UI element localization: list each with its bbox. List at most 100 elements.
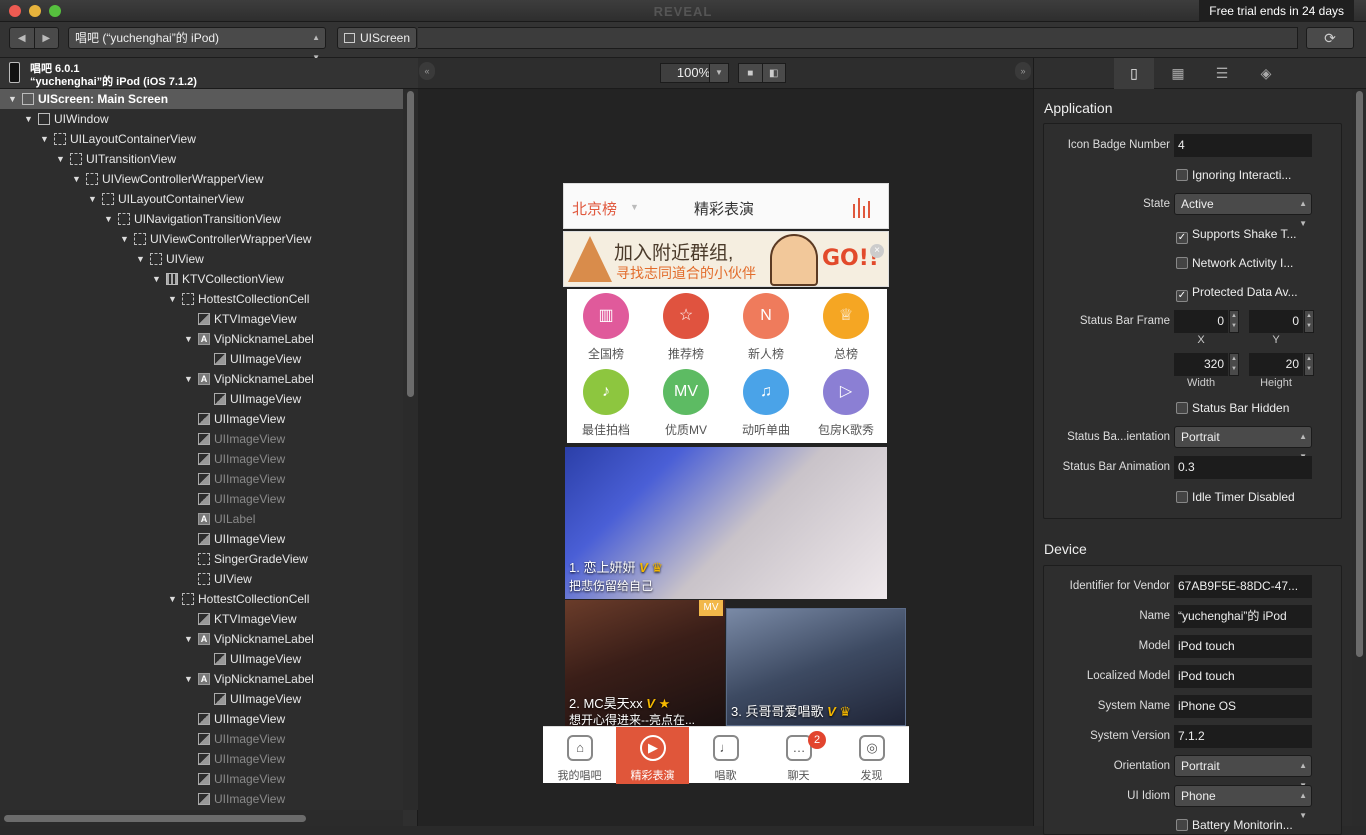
- tree-row[interactable]: ▼ A VipNicknameLabel: [0, 629, 403, 649]
- disclosure-triangle-icon[interactable]: ▼: [184, 629, 194, 649]
- disclosure-triangle-icon[interactable]: ▼: [56, 149, 66, 169]
- tab-item[interactable]: ♩ 唱歌: [689, 727, 762, 784]
- status-bar-animation-field[interactable]: 0.3: [1174, 456, 1312, 479]
- promo-banner[interactable]: 加入附近群组, 寻找志同道合的小伙伴 GO!! ×: [563, 231, 889, 287]
- tree-row[interactable]: KTVImageView: [0, 609, 403, 629]
- view-2d-button[interactable]: ■: [739, 64, 763, 82]
- tab-identity[interactable]: ▯: [1114, 58, 1154, 89]
- disclosure-triangle-icon[interactable]: ▼: [152, 269, 162, 289]
- frame-height-field[interactable]: 20: [1249, 353, 1303, 376]
- disclosure-triangle-icon[interactable]: ▼: [72, 169, 82, 189]
- tree-row[interactable]: UIImageView: [0, 729, 403, 749]
- category-item[interactable]: N 新人榜: [731, 293, 801, 363]
- tree-row[interactable]: ▼ KTVCollectionView: [0, 269, 403, 289]
- view-3d-button[interactable]: ◧: [763, 64, 786, 82]
- ignoring-interaction-checkbox[interactable]: Ignoring Interacti...: [1176, 168, 1291, 182]
- tree-row[interactable]: UIImageView: [0, 649, 403, 669]
- tree-row[interactable]: ▼ A VipNicknameLabel: [0, 369, 403, 389]
- collapse-right-button[interactable]: »: [1015, 62, 1031, 80]
- tab-layers[interactable]: ◈: [1246, 58, 1286, 89]
- disclosure-triangle-icon[interactable]: ▼: [168, 289, 178, 309]
- category-item[interactable]: ▥ 全国榜: [571, 293, 641, 363]
- trial-banner[interactable]: Free trial ends in 24 days: [1199, 0, 1354, 22]
- tree-row[interactable]: UIImageView: [0, 489, 403, 509]
- tree-row[interactable]: ▼ UITransitionView: [0, 149, 403, 169]
- tree-row[interactable]: ▼ UILayoutContainerView: [0, 189, 403, 209]
- system-version-field[interactable]: 7.1.2: [1174, 725, 1312, 748]
- disclosure-triangle-icon[interactable]: ▼: [120, 229, 130, 249]
- tree-row[interactable]: ▼ HottestCollectionCell: [0, 289, 403, 309]
- disclosure-triangle-icon[interactable]: ▼: [24, 109, 34, 129]
- frame-y-field[interactable]: 0: [1249, 310, 1303, 333]
- frame-height-stepper[interactable]: ▲ ▼: [1304, 353, 1314, 376]
- tree-row[interactable]: ▼ UINavigationTransitionView: [0, 209, 403, 229]
- tree-row[interactable]: A UILabel: [0, 509, 403, 529]
- vendor-id-field[interactable]: 67AB9F5E-88DC-47...: [1174, 575, 1312, 598]
- forward-button[interactable]: ▶: [35, 28, 59, 48]
- tab-item[interactable]: ⌂ 我的唱吧: [543, 727, 616, 784]
- device-name-field[interactable]: “yuchenghai”的 iPod: [1174, 605, 1312, 628]
- bar-chart-icon[interactable]: [852, 196, 874, 218]
- zoom-dropdown-button[interactable]: ▼: [709, 63, 729, 83]
- system-name-field[interactable]: iPhone OS: [1174, 695, 1312, 718]
- orientation-popup[interactable]: Portrait▲▼: [1174, 755, 1312, 790]
- nav-left-label[interactable]: 北京榜: [572, 198, 617, 219]
- frame-width-stepper[interactable]: ▲ ▼: [1229, 353, 1239, 376]
- model-field[interactable]: iPod touch: [1174, 635, 1312, 658]
- disclosure-triangle-icon[interactable]: ▼: [136, 249, 146, 269]
- disclosure-triangle-icon[interactable]: ▼: [104, 209, 114, 229]
- tree-row[interactable]: UIImageView: [0, 449, 403, 469]
- tree-row[interactable]: UIImageView: [0, 469, 403, 489]
- close-icon[interactable]: ×: [870, 244, 884, 258]
- tree-row[interactable]: UIImageView: [0, 429, 403, 449]
- icon-badge-field[interactable]: 4: [1174, 134, 1312, 157]
- frame-y-stepper[interactable]: ▲ ▼: [1304, 310, 1314, 333]
- category-item[interactable]: ♕ 总榜: [811, 293, 881, 363]
- status-bar-orientation-popup[interactable]: Portrait▲▼: [1174, 426, 1312, 461]
- tree-horizontal-scrollbar[interactable]: [0, 810, 403, 826]
- tree-row[interactable]: ▼ A VipNicknameLabel: [0, 669, 403, 689]
- disclosure-triangle-icon[interactable]: ▼: [184, 369, 194, 389]
- tab-item[interactable]: ◎ 发现: [835, 727, 908, 784]
- tree-row[interactable]: UIImageView: [0, 769, 403, 789]
- refresh-button[interactable]: ⟳: [1306, 27, 1354, 49]
- disclosure-triangle-icon[interactable]: ▼: [168, 589, 178, 609]
- disclosure-triangle-icon[interactable]: ▼: [184, 669, 194, 689]
- tree-row[interactable]: ▼ HottestCollectionCell: [0, 589, 403, 609]
- idle-timer-checkbox[interactable]: Idle Timer Disabled: [1176, 490, 1295, 504]
- tree-row[interactable]: UIImageView: [0, 349, 403, 369]
- network-activity-checkbox[interactable]: Network Activity I...: [1176, 256, 1293, 270]
- scrollbar-thumb[interactable]: [407, 91, 414, 397]
- back-button[interactable]: ◀: [10, 28, 35, 48]
- tab-layout[interactable]: ▦: [1158, 58, 1198, 89]
- status-bar-hidden-checkbox[interactable]: Status Bar Hidden: [1176, 401, 1289, 415]
- disclosure-triangle-icon[interactable]: ▼: [184, 329, 194, 349]
- frame-x-field[interactable]: 0: [1174, 310, 1228, 333]
- tree-row[interactable]: ▼ UIScreen: Main Screen: [0, 89, 403, 109]
- ui-idiom-popup[interactable]: Phone ▲ ▼: [1174, 785, 1312, 820]
- tree-row[interactable]: UIImageView: [0, 409, 403, 429]
- performance-card-1[interactable]: 1. 恋上妍妍 V ♛ 把悲伤留给自己: [565, 447, 887, 599]
- tree-row[interactable]: UIImageView: [0, 689, 403, 709]
- tree-row[interactable]: ▼ A VipNicknameLabel: [0, 329, 403, 349]
- category-item[interactable]: ▷ 包房K歌秀: [811, 369, 881, 439]
- collapse-left-button[interactable]: «: [419, 62, 435, 80]
- inspector-scrollbar[interactable]: [1352, 89, 1366, 826]
- category-item[interactable]: MV 优质MV: [651, 369, 721, 439]
- tab-attributes[interactable]: ☰: [1202, 58, 1242, 89]
- disclosure-triangle-icon[interactable]: ▼: [88, 189, 98, 209]
- protected-data-checkbox[interactable]: ✓ Protected Data Av...: [1176, 285, 1298, 302]
- breadcrumb-uiscreen[interactable]: UIScreen: [337, 27, 417, 49]
- scrollbar-thumb[interactable]: [4, 815, 306, 822]
- disclosure-triangle-icon[interactable]: ▼: [40, 129, 50, 149]
- tree-row[interactable]: UIImageView: [0, 389, 403, 409]
- tab-item[interactable]: ▶ 精彩表演: [616, 727, 689, 784]
- tree-row[interactable]: UIView: [0, 569, 403, 589]
- tree-row[interactable]: ▼ UIViewControllerWrapperView: [0, 169, 403, 189]
- phone-screen-preview[interactable]: 北京榜 ▼ 精彩表演 加入附近群组, 寻找志同道合的小伙伴 GO!! × ▥ 全国…: [543, 181, 909, 784]
- battery-monitoring-checkbox[interactable]: Battery Monitorin...: [1176, 818, 1293, 832]
- frame-x-stepper[interactable]: ▲ ▼: [1229, 310, 1239, 333]
- tree-row[interactable]: KTVImageView: [0, 309, 403, 329]
- tree-row[interactable]: SingerGradeView: [0, 549, 403, 569]
- tree-row[interactable]: UIImageView: [0, 709, 403, 729]
